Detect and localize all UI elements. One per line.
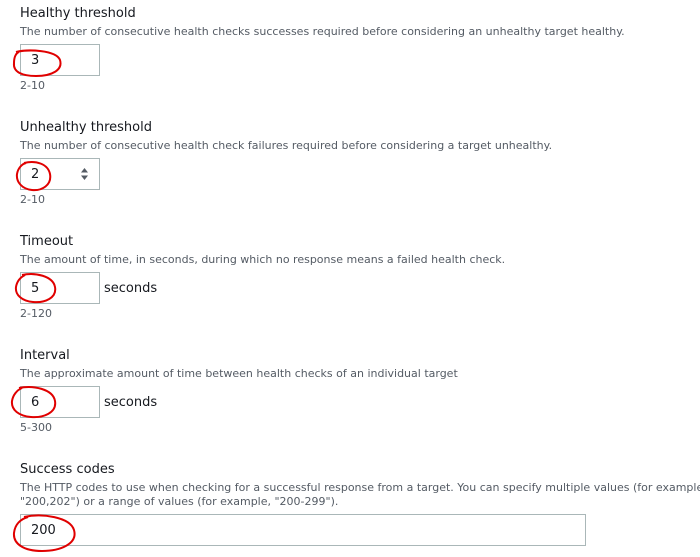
success-codes-section: Success codes The HTTP codes to use when… xyxy=(20,462,700,546)
success-codes-value: 200 xyxy=(31,522,56,538)
timeout-label: Timeout xyxy=(20,234,74,249)
interval-description: The approximate amount of time between h… xyxy=(20,367,458,380)
timeout-hint: 2-120 xyxy=(20,307,52,320)
success-codes-input[interactable]: 200 xyxy=(20,514,586,546)
interval-hint: 5-300 xyxy=(20,421,52,434)
healthy-threshold-value: 3 xyxy=(31,52,40,68)
unhealthy-threshold-section: Unhealthy threshold The number of consec… xyxy=(20,120,700,207)
healthy-threshold-description: The number of consecutive health checks … xyxy=(20,25,625,38)
interval-unit: seconds xyxy=(104,394,158,410)
unhealthy-threshold-hint: 2-10 xyxy=(20,193,45,206)
unhealthy-threshold-label: Unhealthy threshold xyxy=(20,120,152,135)
timeout-unit: seconds xyxy=(104,280,158,296)
success-codes-description: The HTTP codes to use when checking for … xyxy=(20,481,700,508)
timeout-description: The amount of time, in seconds, during w… xyxy=(20,253,506,266)
healthy-threshold-section: Healthy threshold The number of consecut… xyxy=(20,6,700,93)
interval-value: 6 xyxy=(31,394,40,410)
spinner-icon[interactable] xyxy=(80,167,89,181)
timeout-value: 5 xyxy=(31,280,40,296)
interval-label: Interval xyxy=(20,348,70,363)
unhealthy-threshold-description: The number of consecutive health check f… xyxy=(20,139,553,152)
success-codes-label: Success codes xyxy=(20,462,115,477)
unhealthy-threshold-value: 2 xyxy=(31,166,40,182)
timeout-section: Timeout The amount of time, in seconds, … xyxy=(20,234,700,321)
interval-section: Interval The approximate amount of time … xyxy=(20,348,700,435)
timeout-input[interactable]: 5 xyxy=(20,272,100,304)
healthy-threshold-input[interactable]: 3 xyxy=(20,44,100,76)
healthy-threshold-hint: 2-10 xyxy=(20,79,45,92)
healthy-threshold-label: Healthy threshold xyxy=(20,6,136,21)
unhealthy-threshold-input[interactable]: 2 xyxy=(20,158,100,190)
interval-input[interactable]: 6 xyxy=(20,386,100,418)
